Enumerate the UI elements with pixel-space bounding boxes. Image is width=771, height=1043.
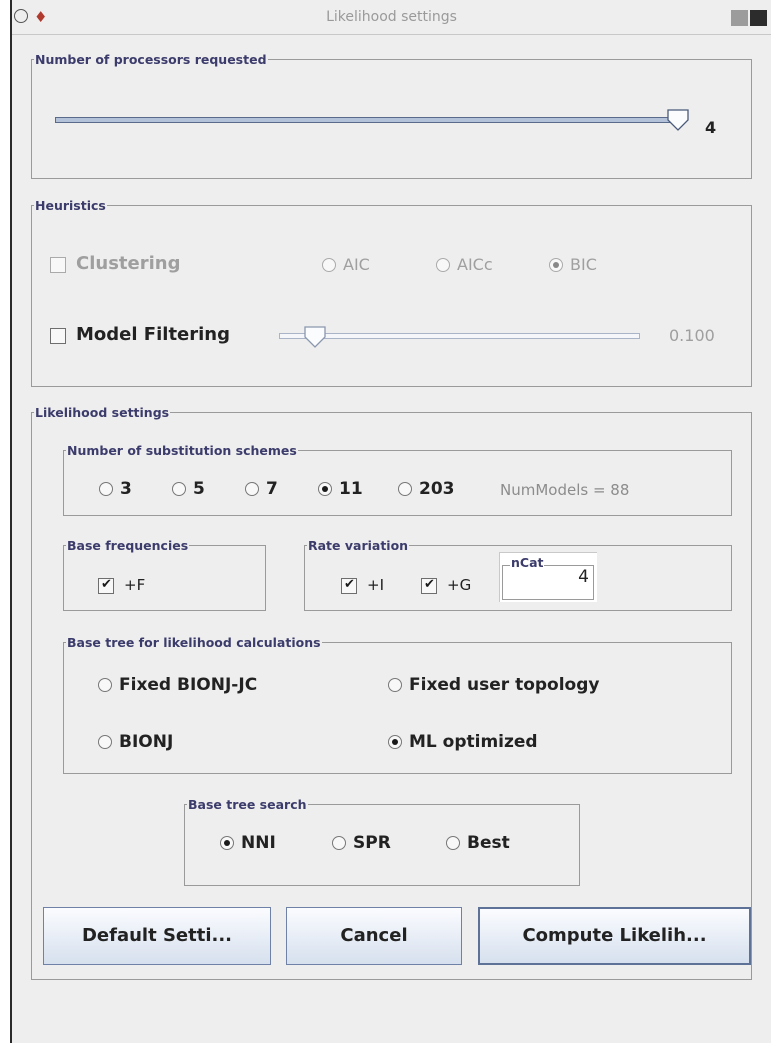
heuristics-legend: Heuristics: [35, 198, 106, 213]
scheme-5-label: 5: [193, 479, 205, 499]
fixed-bionj-jc-radio[interactable]: [98, 678, 112, 692]
processors-value: 4: [705, 118, 717, 137]
model-filtering-value: 0.100: [669, 326, 715, 345]
fixed-user-topology-label: Fixed user topology: [409, 675, 600, 695]
compute-likelihood-button[interactable]: Compute Likelih...: [478, 907, 751, 965]
scheme-11-radio[interactable]: [318, 482, 332, 496]
minimize-icon[interactable]: [731, 10, 748, 26]
plus-i-label: +I: [367, 576, 384, 594]
likelihood-settings-window: ♦ Likelihood settings Number of processo…: [10, 0, 771, 1043]
nni-radio[interactable]: [220, 836, 234, 850]
base-tree-legend: Base tree for likelihood calculations: [67, 635, 321, 650]
ml-optimized-label: ML optimized: [409, 732, 538, 752]
plus-f-label: +F: [124, 576, 146, 594]
clustering-checkbox[interactable]: [50, 257, 66, 273]
scheme-203-label: 203: [419, 479, 455, 499]
spr-label: SPR: [353, 833, 391, 853]
scheme-3-label: 3: [120, 479, 132, 499]
model-filtering-slider-track[interactable]: [279, 333, 640, 339]
ncat-value[interactable]: 4: [578, 567, 589, 587]
processors-slider-thumb[interactable]: [666, 108, 689, 131]
bionj-radio[interactable]: [98, 735, 112, 749]
bionj-label: BIONJ: [119, 732, 174, 752]
bic-label: BIC: [570, 255, 597, 274]
model-filtering-slider-thumb[interactable]: [303, 325, 326, 348]
scheme-7-label: 7: [266, 479, 278, 499]
base-tree-group: Base tree for likelihood calculations: [63, 635, 732, 774]
likelihood-settings-legend: Likelihood settings: [35, 405, 170, 420]
ncat-legend: nCat: [510, 555, 545, 570]
nni-label: NNI: [241, 833, 276, 853]
num-models-label: NumModels = 88: [500, 481, 630, 499]
best-radio[interactable]: [446, 836, 460, 850]
scheme-5-radio[interactable]: [172, 482, 186, 496]
window-controls: [729, 10, 769, 26]
window-title: Likelihood settings: [326, 9, 457, 25]
best-label: Best: [467, 833, 510, 853]
ncat-field[interactable]: nCat 4: [499, 552, 597, 602]
scheme-3-radio[interactable]: [99, 482, 113, 496]
tree-search-legend: Base tree search: [188, 797, 307, 812]
spr-radio[interactable]: [332, 836, 346, 850]
fixed-user-topology-radio[interactable]: [388, 678, 402, 692]
scheme-7-radio[interactable]: [245, 482, 259, 496]
ml-optimized-radio[interactable]: [388, 735, 402, 749]
aicc-radio[interactable]: [436, 258, 450, 272]
bic-radio[interactable]: [549, 258, 563, 272]
plus-g-label: +G: [447, 576, 472, 594]
base-frequencies-legend: Base frequencies: [67, 538, 189, 553]
title-bar[interactable]: ♦ Likelihood settings: [12, 0, 771, 35]
model-filtering-checkbox[interactable]: [50, 328, 66, 344]
processors-group: Number of processors requested: [31, 52, 752, 179]
cancel-button[interactable]: Cancel: [286, 907, 462, 965]
aic-label: AIC: [343, 255, 370, 274]
substitution-schemes-group: Number of substitution schemes: [63, 443, 732, 516]
fixed-bionj-jc-label: Fixed BIONJ-JC: [119, 675, 258, 695]
plus-g-checkbox[interactable]: [421, 577, 437, 594]
scheme-203-radio[interactable]: [398, 482, 412, 496]
base-frequencies-group: Base frequencies: [63, 538, 266, 611]
aic-radio[interactable]: [322, 258, 336, 272]
plus-i-checkbox[interactable]: [341, 577, 357, 594]
rate-variation-legend: Rate variation: [308, 538, 409, 553]
aicc-label: AICc: [457, 255, 493, 274]
clustering-label: Clustering: [76, 253, 181, 274]
processors-legend: Number of processors requested: [35, 52, 267, 67]
plus-f-checkbox[interactable]: [98, 577, 114, 594]
model-filtering-label: Model Filtering: [76, 324, 231, 345]
heuristics-group: Heuristics: [31, 198, 752, 387]
maximize-icon[interactable]: [750, 10, 767, 26]
default-settings-button[interactable]: Default Setti...: [43, 907, 271, 965]
substitution-schemes-legend: Number of substitution schemes: [67, 443, 297, 458]
processors-slider-track[interactable]: [55, 117, 685, 123]
scheme-11-label: 11: [339, 479, 363, 499]
